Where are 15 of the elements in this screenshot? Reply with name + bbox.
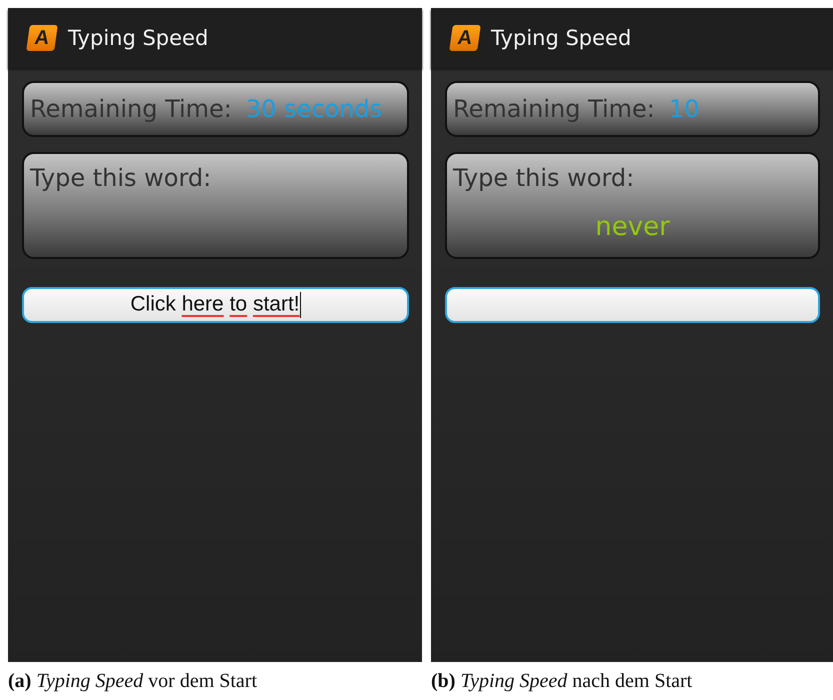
app-logo: A <box>449 25 481 51</box>
time-label: Remaining Time: <box>30 95 232 123</box>
app-title: Typing Speed <box>68 26 208 50</box>
remaining-time: 30 seconds <box>246 95 382 123</box>
time-label: Remaining Time: <box>453 95 655 123</box>
word-label: Type this word: <box>453 164 636 192</box>
figure-caption: (b) Typing Speed nach dem Start <box>431 670 692 693</box>
word-label: Type this word: <box>30 164 212 192</box>
input-field[interactable]: Click here to start! <box>22 287 409 323</box>
input-field[interactable] <box>445 287 820 323</box>
app-logo: A <box>26 25 58 51</box>
app-title: Typing Speed <box>491 26 632 50</box>
target-word: never <box>595 212 670 242</box>
remaining-time: 10 <box>668 95 700 123</box>
figure-caption: (a) Typing Speed vor dem Start <box>8 670 258 693</box>
